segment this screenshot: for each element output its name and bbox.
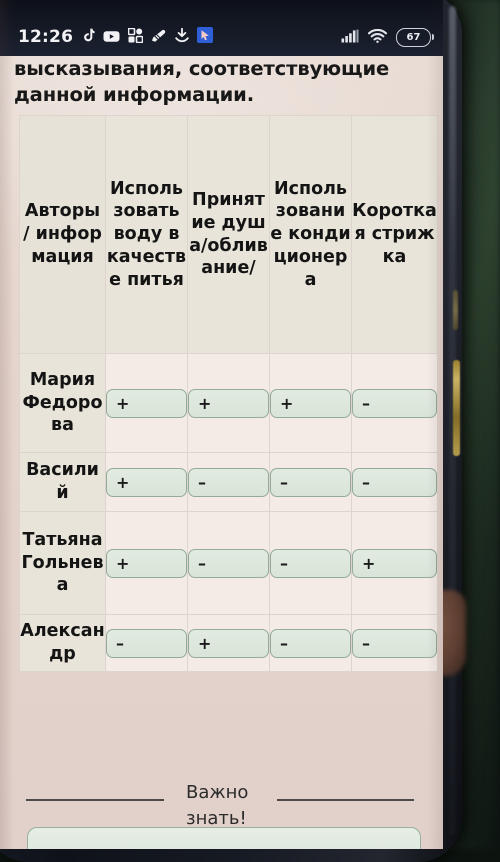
answer-cell: – (187, 511, 270, 615)
table-header-drinking-water: Использовать воду в качестве питья (105, 115, 188, 354)
important-note-label: Важно знать! (186, 782, 249, 830)
answer-box[interactable]: – (270, 628, 351, 658)
row-label: Мария Федорова (19, 353, 106, 453)
volume-button[interactable] (453, 290, 458, 330)
wifi-icon (367, 28, 388, 47)
answer-box[interactable]: + (188, 628, 269, 658)
answer-box[interactable]: + (352, 548, 437, 578)
power-button[interactable] (453, 360, 460, 456)
answer-box[interactable]: – (352, 388, 437, 418)
download-icon (175, 27, 189, 47)
answer-box[interactable]: + (106, 388, 187, 418)
divider-left (26, 799, 164, 801)
table-header-shower: Принятие душа/обливание/ (187, 115, 270, 354)
qr-scanner-icon (127, 27, 144, 47)
cellular-signal-icon (341, 28, 359, 47)
answer-box[interactable]: – (270, 548, 351, 578)
worksheet-page: высказывания, соответствующие данной инф… (0, 56, 443, 849)
answer-cell: + (105, 452, 188, 512)
answer-box[interactable]: – (352, 628, 437, 658)
answer-cell: – (269, 511, 352, 615)
answer-box[interactable]: – (188, 467, 269, 497)
answer-cell: + (105, 511, 188, 615)
table-row: Александр – + – – (19, 614, 438, 672)
youtube-icon (103, 28, 120, 47)
answer-cell: – (187, 452, 270, 512)
answer-box[interactable]: – (352, 467, 437, 497)
pen-tool-icon (151, 28, 167, 47)
answer-cell: – (269, 614, 352, 672)
blue-app-icon (197, 27, 214, 47)
answer-cell: – (105, 614, 188, 672)
table-header-short-haircut: Короткая стрижка (351, 115, 438, 354)
answer-box[interactable]: – (188, 548, 269, 578)
answer-box[interactable]: – (106, 628, 187, 658)
answer-cell: – (269, 452, 352, 512)
answer-box[interactable]: + (106, 548, 187, 578)
status-bar-clock: 12:26 (18, 27, 74, 47)
table-row: Василий + – – – (19, 452, 438, 512)
answer-cell: + (351, 511, 438, 615)
table-header-authors: Авторы / информация (19, 115, 106, 354)
answer-box[interactable]: + (188, 388, 269, 418)
status-bar-contents: 12:26 67 (0, 24, 443, 50)
phone-screen: 12:26 67 высказывания, соответствующие д… (0, 0, 443, 849)
row-label: Василий (19, 452, 106, 512)
answer-cell: + (187, 614, 270, 672)
answer-cell: – (351, 614, 438, 672)
battery-percentage: 67 (406, 31, 421, 43)
status-bar-notification-icons (82, 27, 214, 47)
table-row: Мария Федорова + + + – (19, 353, 438, 453)
tiktok-icon (82, 28, 95, 47)
answer-box[interactable]: – (270, 467, 351, 497)
answer-box[interactable]: + (270, 388, 351, 418)
table-header-row: Авторы / информация Использовать воду в … (19, 115, 438, 354)
answer-cell: + (105, 353, 188, 453)
answer-cell: – (351, 452, 438, 512)
row-label: Александр (19, 614, 106, 672)
task-instruction-text: высказывания, соответствующие данной инф… (14, 57, 390, 106)
answers-table: Авторы / информация Использовать воду в … (19, 115, 438, 672)
answer-cell: + (269, 353, 352, 453)
table-header-conditioner: Использование кондиционера (269, 115, 352, 354)
answer-cell: + (187, 353, 270, 453)
bottom-answer-field[interactable] (27, 827, 421, 849)
status-bar-system-icons: 67 (341, 27, 434, 47)
answer-cell: – (351, 353, 438, 453)
row-label: Татьяна Гольнева (19, 511, 106, 615)
battery-indicator: 67 (396, 27, 434, 47)
table-row: Татьяна Гольнева + – – + (19, 511, 438, 615)
divider-right (277, 799, 414, 801)
answer-box[interactable]: + (106, 467, 187, 497)
